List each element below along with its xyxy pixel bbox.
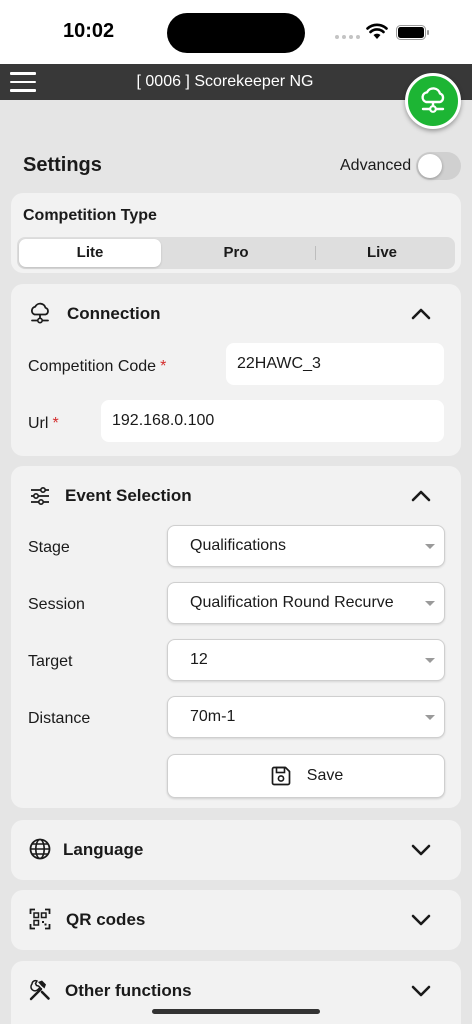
battery-icon [396, 25, 429, 40]
status-time: 10:02 [63, 20, 115, 42]
competition-type-card: Competition Type Lite Pro Live [11, 193, 461, 273]
dropdown-caret-icon [425, 715, 435, 720]
advanced-label: Advanced [340, 157, 412, 174]
app-title: [ 0006 ] Scorekeeper NG [136, 73, 314, 90]
connection-title: Connection [67, 304, 161, 323]
competition-type-segmented-control: Lite Pro Live [17, 237, 455, 269]
status-bar: 10:02 [0, 0, 472, 64]
toggle-knob [418, 154, 442, 178]
url-input[interactable] [101, 400, 444, 442]
dynamic-island [167, 13, 305, 53]
sliders-icon [31, 486, 49, 506]
app-header: [ 0006 ] Scorekeeper NG [0, 64, 472, 100]
connection-header[interactable]: Connection [11, 289, 461, 339]
url-label: Url * [28, 415, 59, 432]
stage-select[interactable]: Qualifications [167, 525, 445, 567]
language-title: Language [63, 840, 144, 859]
distance-label: Distance [28, 710, 91, 727]
competition-type-title: Competition Type [23, 207, 157, 224]
competition-code-input[interactable] [226, 343, 444, 385]
home-indicator [152, 1009, 320, 1014]
required-mark: * [52, 415, 59, 432]
cloud-sync-button[interactable] [405, 73, 461, 129]
qr-codes-title: QR codes [66, 910, 146, 929]
stage-value: Qualifications [190, 537, 287, 554]
event-selection-title: Event Selection [65, 486, 192, 505]
required-mark: * [160, 358, 167, 375]
session-label: Session [28, 596, 85, 613]
stage-label: Stage [28, 539, 70, 556]
tools-icon [29, 979, 50, 1001]
globe-icon [29, 838, 51, 860]
advanced-toggle[interactable] [416, 152, 461, 180]
chevron-down-icon [411, 914, 431, 926]
segment-live[interactable]: Live [311, 239, 453, 267]
language-header[interactable]: Language [11, 825, 461, 875]
qr-code-icon [29, 908, 51, 930]
dropdown-caret-icon [425, 544, 435, 549]
wifi-icon [366, 23, 388, 39]
competition-code-label: Competition Code * [28, 358, 167, 375]
segment-lite[interactable]: Lite [19, 239, 161, 267]
chevron-down-icon [411, 985, 431, 997]
distance-value: 70m-1 [190, 708, 236, 725]
cloud-network-icon [30, 302, 49, 324]
distance-select[interactable]: 70m-1 [167, 696, 445, 738]
save-button-label: Save [306, 767, 344, 784]
event-selection-header[interactable]: Event Selection [11, 471, 461, 521]
dropdown-caret-icon [425, 601, 435, 606]
page-title: Settings [23, 154, 102, 176]
floppy-disk-icon [271, 766, 291, 786]
event-selection-card: Event Selection Stage Qualifications Ses… [11, 466, 461, 808]
other-functions-title: Other functions [65, 981, 192, 1000]
qr-codes-card: QR codes [11, 890, 461, 950]
qr-codes-header[interactable]: QR codes [11, 895, 461, 945]
session-select[interactable]: Qualification Round Recurve [167, 582, 445, 624]
segment-pro[interactable]: Pro [165, 239, 307, 267]
target-value: 12 [190, 651, 208, 668]
target-label: Target [28, 653, 73, 670]
signal-icon [335, 35, 360, 39]
other-functions-card: Other functions [11, 961, 461, 1024]
language-card: Language [11, 820, 461, 880]
dropdown-caret-icon [425, 658, 435, 663]
chevron-down-icon [411, 844, 431, 856]
cloud-network-icon [421, 87, 445, 113]
connection-card: Connection Competition Code* Url* [11, 284, 461, 456]
session-value: Qualification Round Recurve [190, 594, 394, 611]
chevron-up-icon [411, 490, 431, 502]
save-button[interactable]: Save [167, 754, 445, 798]
chevron-up-icon [411, 308, 431, 320]
target-select[interactable]: 12 [167, 639, 445, 681]
